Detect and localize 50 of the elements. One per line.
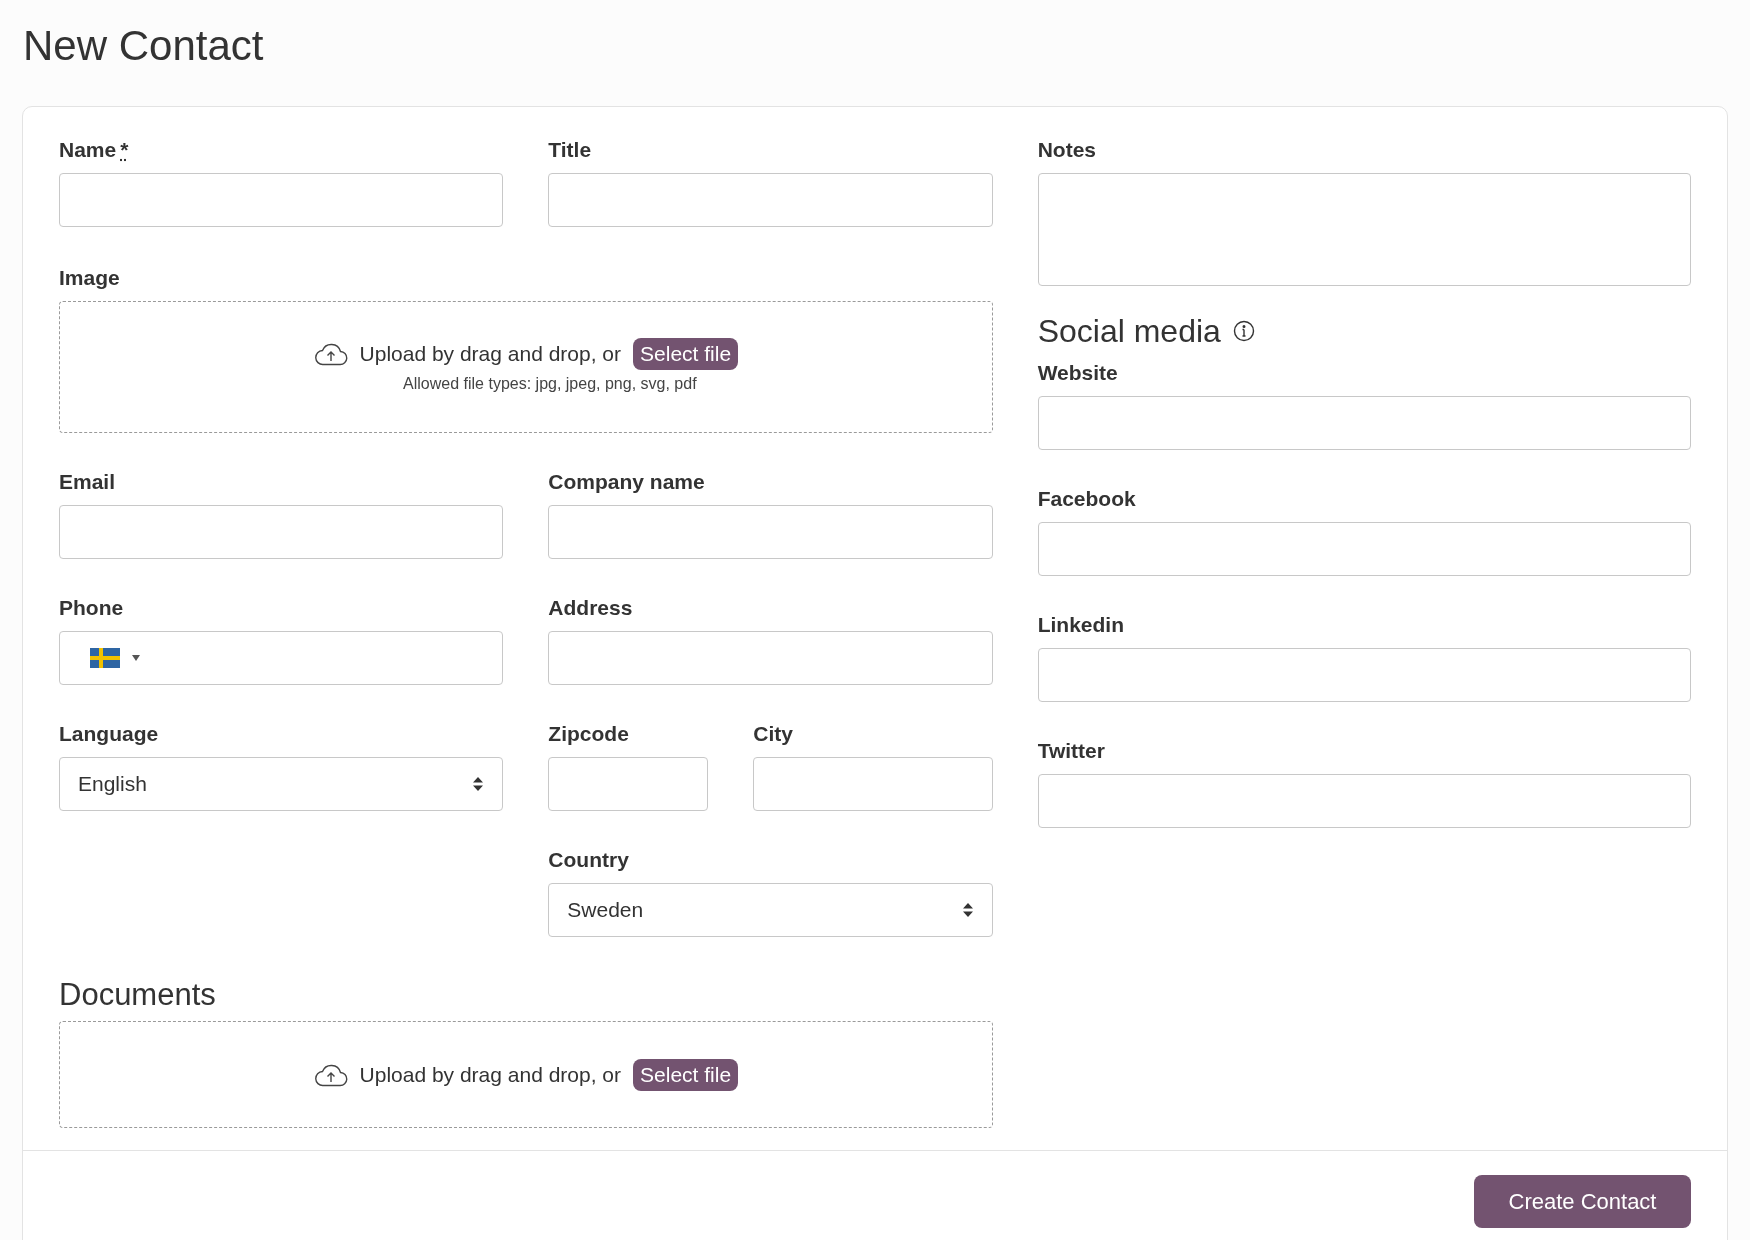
notes-field[interactable]: [1037, 173, 1691, 286]
sweden-flag-icon: [90, 648, 120, 668]
field-label: Company name: [548, 469, 705, 495]
field-label: Linkedin: [1037, 612, 1124, 638]
page-title: New Contact: [23, 21, 265, 71]
text-field[interactable]: [548, 631, 993, 685]
required-mark: *: [120, 137, 129, 163]
field-label: Name: [59, 137, 117, 163]
text-field[interactable]: [1037, 522, 1691, 576]
text-field[interactable]: [1037, 396, 1691, 450]
section-heading: Documents: [59, 977, 217, 1013]
phone-field[interactable]: [59, 631, 504, 685]
text-field[interactable]: [1037, 648, 1691, 702]
field-label: Address: [548, 595, 633, 621]
text-field[interactable]: [59, 173, 504, 227]
text-field[interactable]: [1037, 774, 1691, 828]
text-field[interactable]: [753, 757, 993, 811]
select-field[interactable]: Sweden: [548, 883, 993, 937]
allowed-types-hint: Allowed file types: jpg, jpeg, png, svg, pdf: [403, 374, 697, 394]
select-file-button[interactable]: Select file: [633, 1058, 739, 1091]
info-icon: [1232, 320, 1255, 342]
text-field[interactable]: [548, 505, 993, 559]
sort-caret-icon: [472, 776, 485, 792]
field-label: Email: [59, 469, 116, 495]
section-heading: Social media: [1037, 312, 1221, 350]
field-label: Facebook: [1037, 486, 1136, 512]
field-label: Website: [1037, 360, 1118, 386]
field-label: Notes: [1037, 137, 1096, 163]
field-label: Phone: [59, 595, 124, 621]
text-field[interactable]: [548, 757, 709, 811]
cloud-upload-icon: [313, 1062, 348, 1087]
create-contact-button[interactable]: Create Contact: [1474, 1175, 1691, 1228]
cloud-upload-icon: [313, 342, 348, 366]
file-dropzone[interactable]: Upload by drag and drop, or Select file Allowed file types: jpg, jpeg, png, svg, pdf: [59, 301, 993, 433]
field-label: Zipcode: [548, 721, 629, 747]
upload-instruction: Upload by drag and drop, or: [359, 341, 622, 368]
field-label: Language: [59, 721, 159, 747]
field-label: Country: [548, 847, 629, 873]
text-field[interactable]: [548, 173, 993, 227]
select-field[interactable]: English: [59, 757, 504, 811]
field-label: Title: [548, 137, 592, 163]
sort-caret-icon: [961, 902, 974, 918]
field-label: City: [753, 721, 793, 747]
field-label: Twitter: [1037, 738, 1105, 764]
field-label: Image: [59, 265, 120, 291]
upload-instruction: Upload by drag and drop, or: [359, 1061, 622, 1088]
select-file-button[interactable]: Select file: [633, 338, 739, 370]
file-dropzone[interactable]: Upload by drag and drop, or Select file: [59, 1021, 993, 1128]
text-field[interactable]: [59, 505, 504, 559]
caret-icon: [132, 655, 140, 661]
